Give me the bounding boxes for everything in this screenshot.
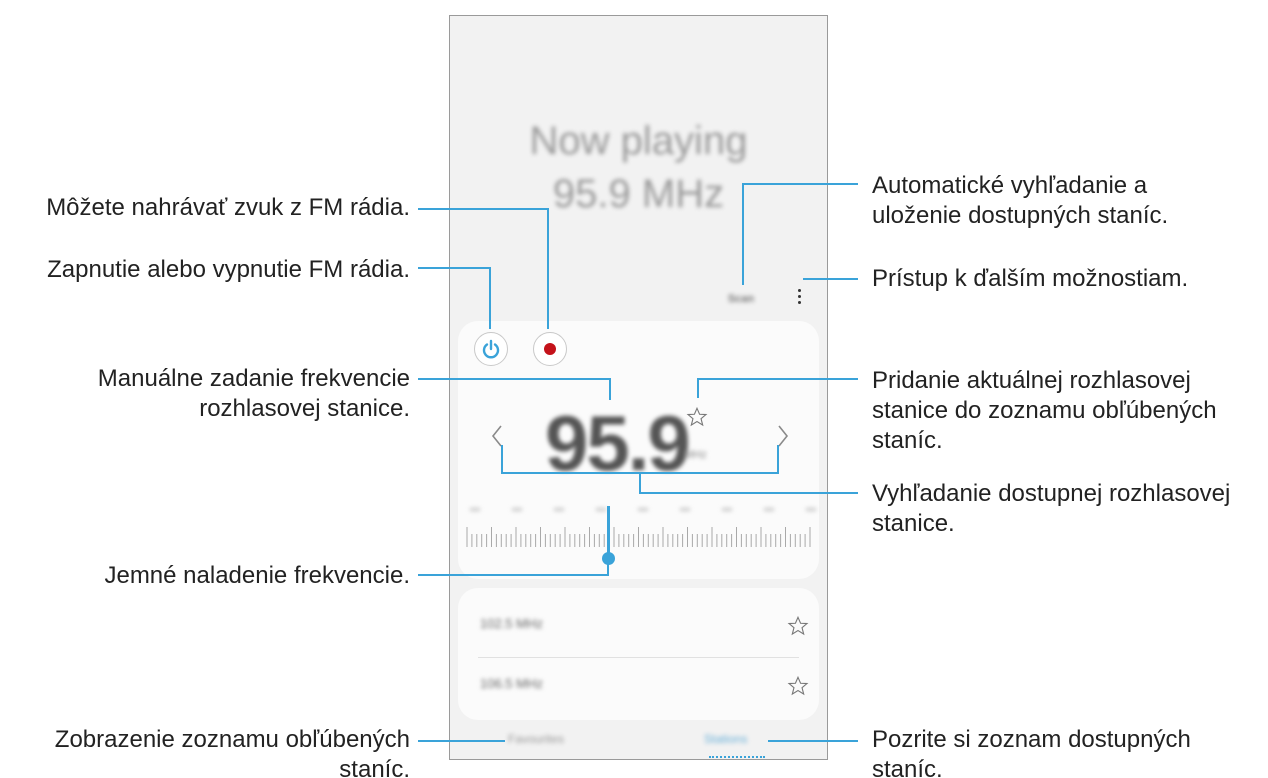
callout-search-line2: stanice.: [872, 510, 955, 537]
callout-more: Prístup k ďalším možnostiam.: [872, 264, 1188, 294]
callout-manual-line2: rozhlasovej stanice.: [199, 395, 410, 422]
callout-scan-line2: uloženie dostupných staníc.: [872, 202, 1169, 229]
callout-scan-line1: Automatické vyhľadanie a: [872, 172, 1148, 199]
callout-add-fav-line3: staníc.: [872, 427, 943, 454]
callout-search: Vyhľadanie dostupnej rozhlasovej stanice…: [872, 479, 1230, 539]
callout-manual-line1: Manuálne zadanie frekvencie: [97, 365, 410, 392]
callout-manual-entry: Manuálne zadanie frekvencie rozhlasovej …: [98, 364, 410, 424]
callout-scan: Automatické vyhľadanie a uloženie dostup…: [872, 171, 1168, 231]
callout-more-text: Prístup k ďalším možnostiam.: [872, 265, 1189, 292]
callout-list-line2: staníc.: [872, 756, 943, 778]
callout-favorites: Zobrazenie zoznamu obľúbených staníc.: [55, 725, 410, 778]
callout-add-favorite: Pridanie aktuálnej rozhlasovej stanice d…: [872, 366, 1217, 456]
callout-favorites-line1: Zobrazenie zoznamu obľúbených: [54, 726, 410, 753]
callout-list-line1: Pozrite si zoznam dostupných: [872, 726, 1191, 753]
callout-record: Môžete nahrávať zvuk z FM rádia.: [46, 193, 410, 223]
callout-fine-tune-text: Jemné naladenie frekvencie.: [104, 562, 410, 589]
callout-search-line1: Vyhľadanie dostupnej rozhlasovej: [872, 480, 1231, 507]
callout-favorites-line2: staníc.: [339, 756, 410, 778]
callout-power: Zapnutie alebo vypnutie FM rádia.: [47, 255, 410, 285]
callout-power-text: Zapnutie alebo vypnutie FM rádia.: [47, 256, 410, 283]
fm-radio-guide: Now playing 95.9 MHz Scan 95.9 MHz 102.5…: [0, 0, 1268, 778]
callout-fine-tune: Jemné naladenie frekvencie.: [104, 561, 410, 591]
callout-add-fav-line2: stanice do zoznamu obľúbených: [872, 397, 1217, 424]
callout-all-stations: Pozrite si zoznam dostupných staníc.: [872, 725, 1191, 778]
callout-add-fav-line1: Pridanie aktuálnej rozhlasovej: [872, 367, 1191, 394]
callout-record-text: Môžete nahrávať zvuk z FM rádia.: [46, 194, 410, 221]
